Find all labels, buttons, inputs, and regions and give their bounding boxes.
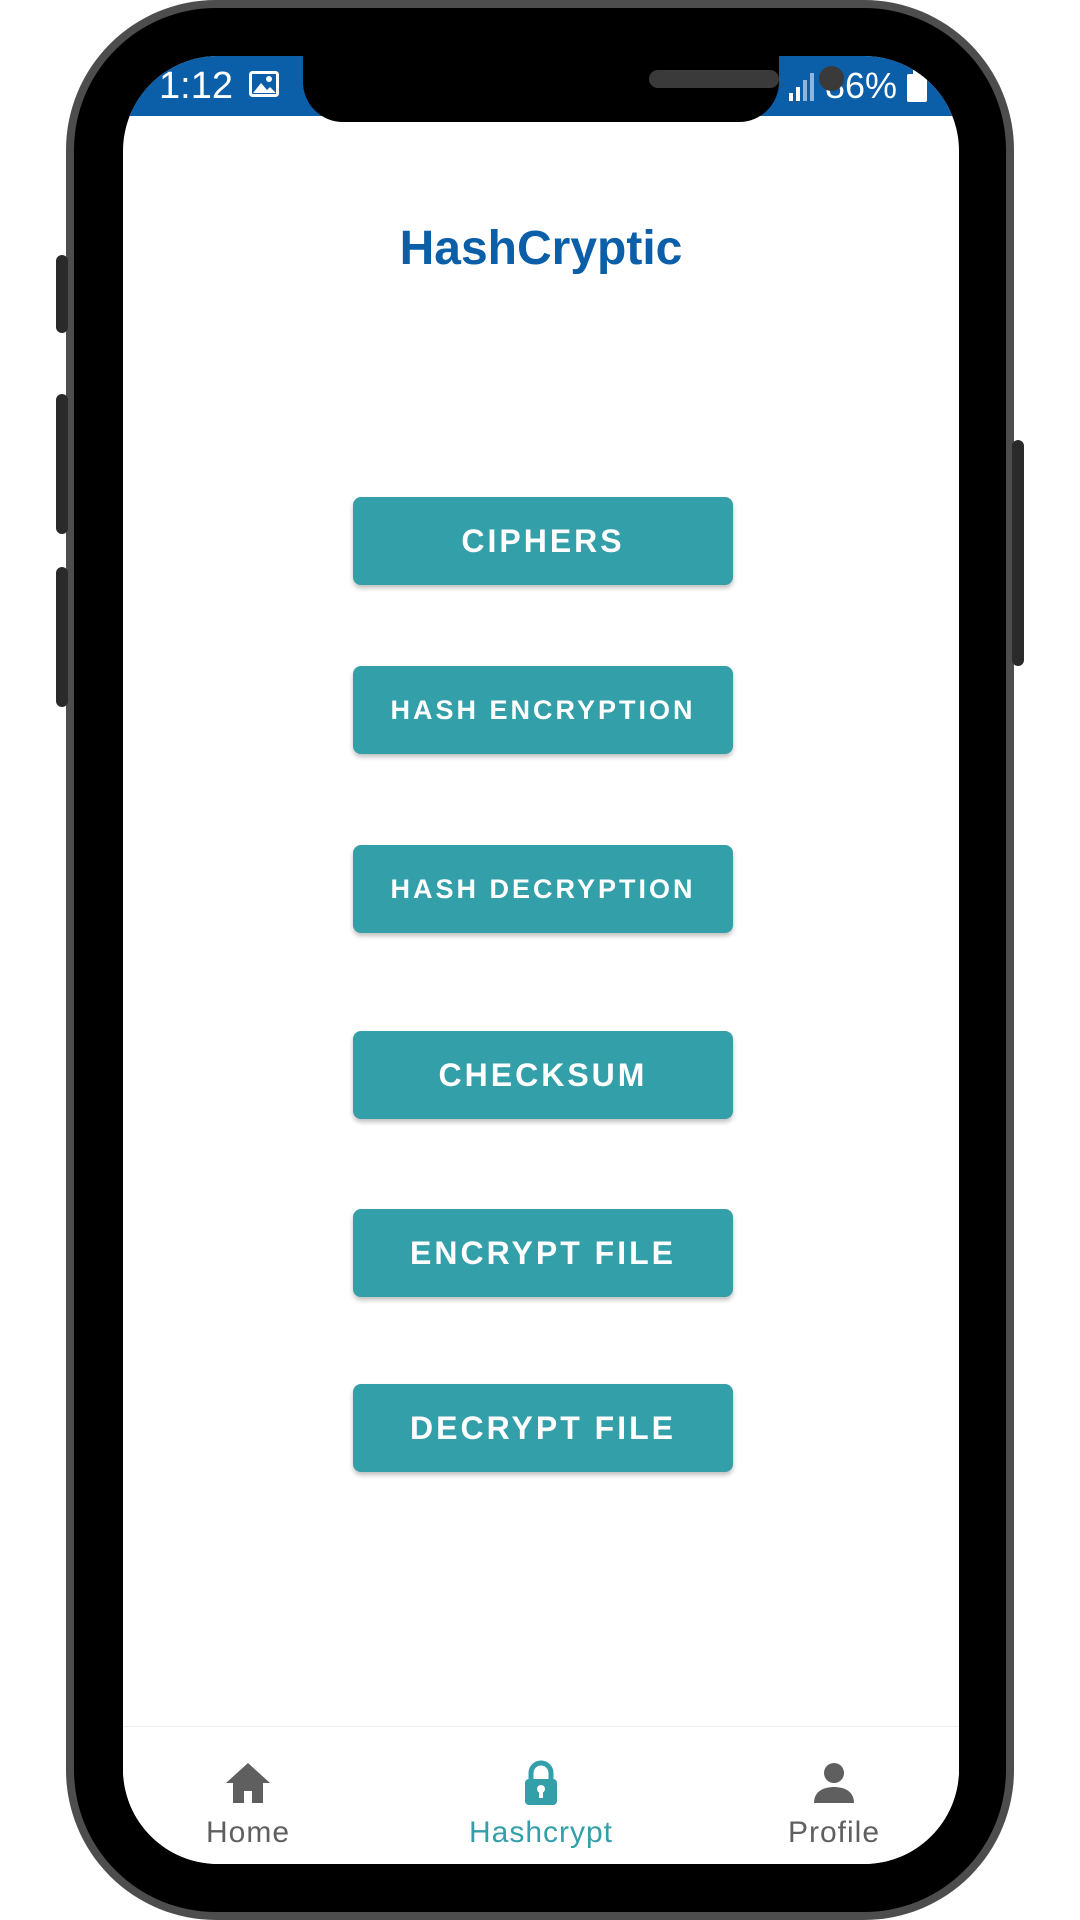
status-time: 1:12 <box>159 65 233 107</box>
app-screen: 1:12 86% HashCryptic CIPHERS HASH ENCRYP… <box>123 56 959 1864</box>
home-icon <box>226 1763 270 1803</box>
battery-icon <box>907 70 927 102</box>
power-button <box>1012 440 1024 666</box>
status-indicators: 86% <box>788 64 927 108</box>
speaker-grille <box>649 70 779 88</box>
nav-label-home: Home <box>205 1816 291 1849</box>
image-icon <box>249 71 279 97</box>
checksum-button[interactable]: CHECKSUM <box>353 1031 733 1119</box>
person-icon <box>814 1763 854 1803</box>
front-camera <box>819 66 844 91</box>
decrypt-file-button[interactable]: DECRYPT FILE <box>353 1384 733 1472</box>
volume-down-button <box>56 394 68 534</box>
app-title: HashCryptic <box>399 222 683 275</box>
nav-label-profile: Profile <box>787 1816 881 1849</box>
camera-notch <box>303 56 844 122</box>
nav-item-home[interactable]: Home <box>148 1727 348 1864</box>
bixby-button <box>56 567 68 707</box>
ciphers-button[interactable]: CIPHERS <box>353 497 733 585</box>
signal-icon <box>788 73 814 101</box>
encrypt-file-button[interactable]: ENCRYPT FILE <box>353 1209 733 1297</box>
nav-item-hashcrypt[interactable]: Hashcrypt <box>441 1727 641 1864</box>
nav-label-hashcrypt: Hashcrypt <box>468 1816 614 1849</box>
lock-icon <box>525 1760 557 1805</box>
hash-encryption-button[interactable]: HASH ENCRYPTION <box>353 666 733 754</box>
nav-item-profile[interactable]: Profile <box>734 1727 934 1864</box>
bottom-navigation: Home Hashcrypt Profile <box>123 1726 959 1864</box>
hash-decryption-button[interactable]: HASH DECRYPTION <box>353 845 733 933</box>
device-mockup: 1:12 86% HashCryptic CIPHERS HASH ENCRYP… <box>0 0 1080 1920</box>
volume-up-button <box>56 255 68 333</box>
